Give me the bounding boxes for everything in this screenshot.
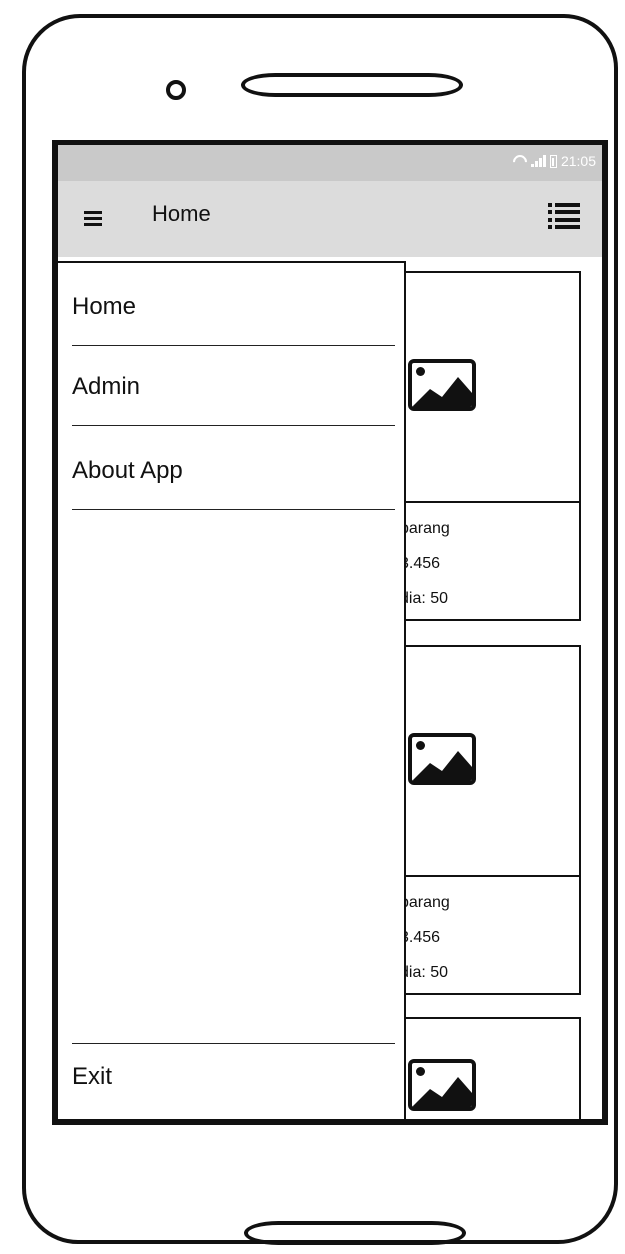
list-view-icon[interactable] [548, 201, 580, 231]
wifi-icon [510, 152, 530, 172]
divider [72, 1043, 395, 1044]
image-placeholder-icon [408, 733, 476, 785]
image-placeholder-icon [408, 1059, 476, 1111]
product-info[interactable]: barang 3.456 dia: 50 [388, 877, 581, 995]
product-image[interactable] [388, 645, 581, 877]
signal-icon [530, 155, 546, 167]
status-time: 21:05 [560, 153, 596, 169]
status-bar: 21:05 [58, 145, 602, 181]
navigation-drawer: Home Admin About App Exit [58, 261, 406, 1119]
divider [72, 345, 395, 346]
product-stock: dia: 50 [400, 964, 449, 981]
drawer-item-exit[interactable]: Exit [72, 1063, 112, 1091]
image-placeholder-icon [408, 359, 476, 411]
divider [72, 509, 395, 510]
screen: 21:05 Home barang 3.456 dia: 50 barang 3… [52, 140, 608, 1125]
divider [72, 425, 395, 426]
product-name: barang [400, 894, 450, 911]
camera-icon [166, 80, 186, 100]
product-name: barang [400, 520, 450, 537]
speaker-grille [241, 73, 463, 97]
product-stock: dia: 50 [400, 590, 449, 607]
product-image[interactable] [388, 1017, 581, 1119]
home-button[interactable] [244, 1221, 466, 1245]
app-bar: Home [58, 181, 602, 257]
drawer-item-home[interactable]: Home [72, 293, 136, 321]
page-title: Home [152, 201, 211, 226]
battery-icon [549, 154, 557, 168]
hamburger-menu-icon[interactable] [84, 211, 102, 226]
product-image[interactable] [388, 271, 581, 503]
product-info[interactable]: barang 3.456 dia: 50 [388, 503, 581, 621]
product-price: 3.456 [400, 929, 441, 946]
drawer-item-about-app[interactable]: About App [72, 457, 183, 485]
product-price: 3.456 [400, 555, 441, 572]
drawer-item-admin[interactable]: Admin [72, 373, 140, 401]
